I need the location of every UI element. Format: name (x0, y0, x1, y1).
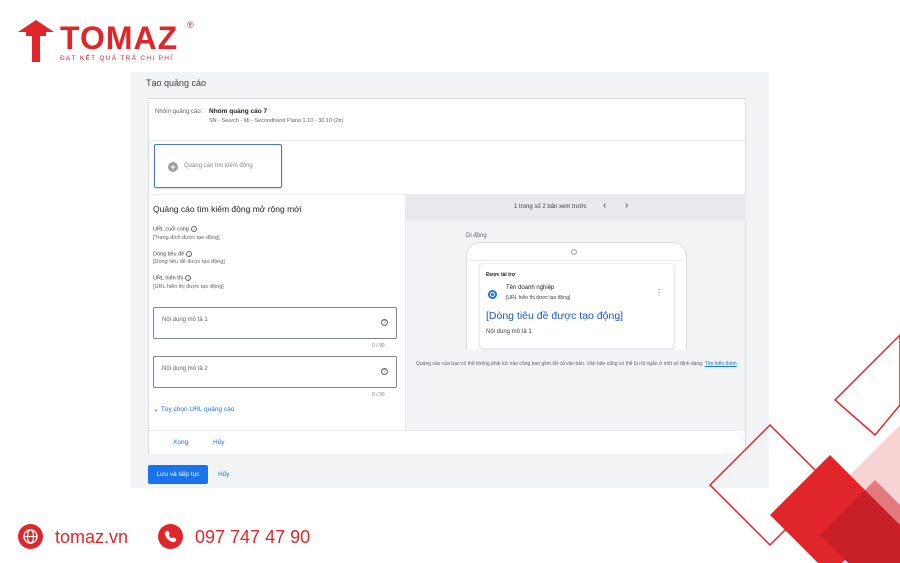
preview-nav: 1 trong số 2 bản xem trước ‹ › (406, 195, 746, 221)
cancel-button[interactable]: Hủy (218, 471, 230, 478)
registered-mark: ® (187, 20, 194, 30)
more-vert-icon[interactable]: ⋮ (655, 289, 663, 297)
tomaz-t-mark-icon (18, 20, 54, 62)
chevron-down-icon: ⌄ (153, 406, 159, 413)
description-1-counter: 0 / 90 (372, 343, 385, 349)
globe-icon (18, 524, 43, 549)
description-2-placeholder: Nội dung mô tả 2 (162, 366, 208, 372)
display-url-value: [URL hiển thị được tạo động] (153, 284, 224, 290)
brand-name: TOMAZ (60, 20, 179, 56)
ad-preview-card: Được tài trợ Tên doanh nghiệp [URL hiển … (479, 263, 675, 349)
phone-text: 097 747 47 90 (195, 527, 311, 547)
ad-group-row: Nhóm quảng cáo: Nhóm quảng cáo 7 SN - Se… (149, 99, 745, 141)
phone-icon (158, 524, 183, 549)
final-url-value: [Trang đích được tạo động] (153, 235, 220, 241)
description-1-input[interactable]: Nội dung mô tả 1 ? (153, 307, 397, 339)
sponsored-label: Được tài trợ (486, 272, 516, 278)
ad-preview-pane: 1 trong số 2 bản xem trước ‹ › Di động Đ… (405, 195, 746, 431)
preview-notice: Quảng cáo của bạn có thể không phải lúc … (416, 361, 737, 367)
help-icon[interactable]: ? (190, 226, 197, 232)
editor-actions: Xong Hủy (149, 430, 745, 454)
globe-icon (488, 290, 497, 299)
device-label: Di động (466, 233, 487, 239)
help-icon[interactable]: ? (381, 368, 388, 375)
display-url-label: URL hiển thị? (153, 275, 192, 282)
final-url-label: URL cuối cùng? (153, 226, 197, 233)
preview-display-url: [URL hiển thị được tạo động] (506, 295, 571, 301)
phone-speaker (571, 249, 577, 255)
preview-headline: [Dòng tiêu đề được tạo động] (486, 310, 624, 322)
plus-circle-icon: + (168, 162, 178, 172)
description-2-input[interactable]: Nội dung mô tả 2 ? (153, 356, 397, 388)
website-text: tomaz.vn (55, 527, 129, 547)
help-icon[interactable]: ? (185, 275, 192, 281)
decorative-diamonds (708, 333, 900, 563)
headline-value: [Dòng tiêu đề được tạo động] (153, 259, 225, 265)
page-root: { "brand": { "name": "TOMAZ", "registere… (0, 0, 900, 563)
business-name: Tên doanh nghiệp (506, 285, 555, 291)
description-2-counter: 0 / 90 (372, 392, 385, 398)
ad-editor: Quảng cáo tìm kiếm động mở rộng mới URL … (149, 194, 746, 431)
headline-label: Dòng tiêu đề? (153, 251, 193, 258)
done-button[interactable]: Xong (173, 439, 188, 446)
campaign-name: SN - Search - Mi - Secondhand Piano 1.10… (209, 118, 344, 124)
ad-type-label: Quảng cáo tìm kiếm động (184, 163, 253, 169)
page-title: Tạo quảng cáo (146, 78, 207, 88)
cancel-editor-button[interactable]: Hủy (213, 439, 225, 446)
ads-screenshot: Tạo quảng cáo Nhóm quảng cáo: Nhóm quảng… (131, 72, 769, 488)
create-ad-card: Nhóm quảng cáo: Nhóm quảng cáo 7 SN - Se… (148, 98, 746, 454)
ad-form: Quảng cáo tìm kiếm động mở rộng mới URL … (149, 195, 405, 431)
brand-slogan: ĐẠT KẾT QUẢ TRẢ CHI PHÍ (60, 55, 174, 62)
tomaz-logo: TOMAZ ® ĐẠT KẾT QUẢ TRẢ CHI PHÍ (16, 18, 206, 66)
ad-group-label: Nhóm quảng cáo: (155, 109, 203, 115)
phone-contact[interactable]: 097 747 47 90 (158, 524, 338, 550)
preview-description: Nội dung mô tả 1 (486, 329, 532, 335)
ad-group-selector[interactable]: Nhóm quảng cáo 7 (209, 108, 267, 115)
editor-title: Quảng cáo tìm kiếm động mở rộng mới (153, 204, 302, 214)
help-icon[interactable]: ? (381, 319, 388, 326)
website-contact[interactable]: tomaz.vn (18, 524, 148, 550)
help-icon[interactable]: ? (186, 251, 193, 257)
description-1-placeholder: Nội dung mô tả 1 (162, 317, 208, 323)
phone-mockup: Được tài trợ Tên doanh nghiệp [URL hiển … (466, 242, 687, 350)
preview-count: 1 trong số 2 bản xem trước (514, 204, 587, 210)
url-options-toggle[interactable]: ⌄ Tùy chọn URL quảng cáo (153, 405, 234, 413)
chevron-left-icon[interactable]: ‹ (603, 200, 606, 211)
save-continue-button[interactable]: Lưu và tiếp tục (148, 465, 208, 484)
chevron-right-icon[interactable]: › (625, 200, 628, 211)
dynamic-search-ad-option[interactable]: + Quảng cáo tìm kiếm động (154, 144, 282, 188)
